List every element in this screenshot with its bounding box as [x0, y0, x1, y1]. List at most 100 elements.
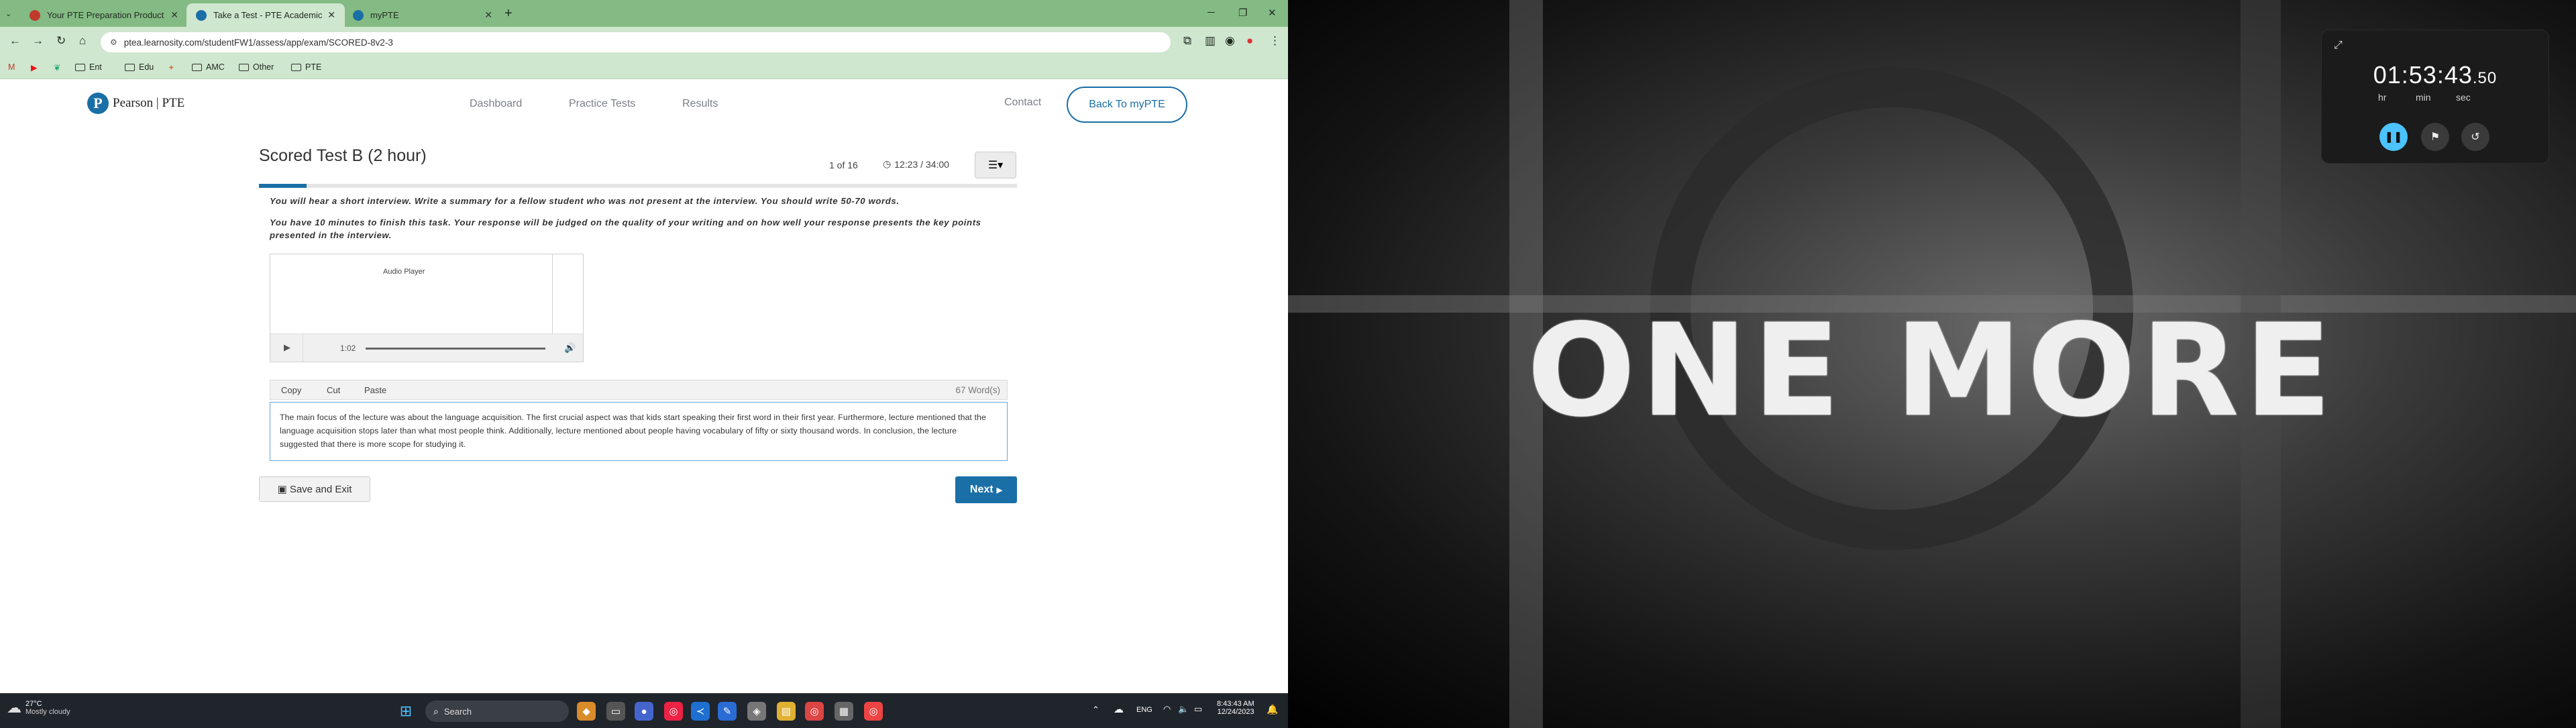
onedrive-icon[interactable]: ☁: [1114, 703, 1124, 715]
bookmark-label: Other: [253, 62, 274, 72]
bookmark-label: PTE: [305, 62, 322, 72]
file-explorer-icon[interactable]: ▤: [777, 702, 796, 721]
cut-button[interactable]: Cut: [327, 385, 340, 395]
tab-title: Take a Test - PTE Academic: [213, 10, 323, 20]
vscode-icon[interactable]: ≺: [691, 702, 710, 721]
tab-take-a-test[interactable]: Take a Test - PTE Academic ✕: [186, 3, 345, 27]
chevron-right-icon: ▶: [996, 486, 1003, 495]
bookmark-folder-other[interactable]: Other: [239, 62, 274, 72]
tab-pte-preparation[interactable]: Your PTE Preparation Product ✕: [20, 3, 188, 27]
weather-widget[interactable]: ☁ 27°C Mostly cloudy: [7, 699, 70, 717]
maximize-button[interactable]: ❐: [1238, 7, 1247, 19]
home-icon[interactable]: ⌂: [79, 34, 86, 48]
wifi-icon[interactable]: ◠: [1163, 704, 1171, 715]
task-view-icon[interactable]: ▭: [606, 702, 625, 721]
reset-button[interactable]: ↺: [2461, 123, 2489, 151]
lap-button[interactable]: ⚑: [2421, 123, 2449, 151]
app-icon[interactable]: ◆: [577, 702, 596, 721]
forward-arrow-icon[interactable]: →: [32, 34, 44, 48]
address-bar[interactable]: ⚙ ptea.learnosity.com/studentFW1/assess/…: [101, 32, 1171, 52]
play-icon[interactable]: ▶: [284, 342, 290, 353]
save-and-exit-button[interactable]: ▣ Save and Exit: [259, 476, 370, 502]
chevron-up-icon[interactable]: ⌃: [1092, 705, 1099, 715]
nav-practice-tests[interactable]: Practice Tests: [569, 98, 635, 110]
question-list-button[interactable]: ☰▾: [975, 152, 1016, 178]
battery-icon[interactable]: ▭: [1194, 704, 1202, 715]
next-button[interactable]: Next ▶: [955, 476, 1017, 503]
close-icon[interactable]: ✕: [484, 9, 492, 21]
speaker-icon[interactable]: 🔈: [1178, 704, 1189, 715]
bookmark-folder-edu[interactable]: Edu: [125, 62, 154, 72]
folder-icon: [125, 63, 135, 71]
record-icon[interactable]: ●: [1246, 34, 1253, 48]
back-to-mypte-button[interactable]: Back To myPTE: [1067, 87, 1187, 123]
site-info-icon[interactable]: ⚙: [110, 38, 117, 47]
bookmarks-bar: M ▶ ❦ Ent Edu ✦ AMC Other PTE: [0, 56, 1288, 79]
notification-bell-icon[interactable]: 🔔: [1267, 704, 1278, 715]
profile-icon[interactable]: ◉: [1225, 34, 1235, 48]
bookmark-folder-ent[interactable]: Ent: [75, 62, 102, 72]
clock-date: 12/24/2023: [1217, 708, 1254, 716]
app-icon[interactable]: ◈: [747, 702, 766, 721]
pearson-logo[interactable]: P Pearson | PTE: [87, 93, 184, 114]
chat-icon[interactable]: ●: [635, 702, 653, 721]
paste-button[interactable]: Paste: [364, 385, 386, 395]
chrome-icon[interactable]: ◎: [864, 702, 883, 721]
volume-icon[interactable]: 🔊: [564, 342, 576, 354]
divider: [552, 254, 553, 335]
folder-icon: [291, 63, 301, 71]
pause-icon: ❚❚: [2384, 132, 2403, 143]
extensions-icon[interactable]: ⧉: [1183, 34, 1191, 48]
start-button-icon[interactable]: ⊞: [396, 702, 415, 721]
chrome-icon[interactable]: ◎: [664, 702, 683, 721]
compact-overlay-icon[interactable]: ⤢: [2334, 40, 2343, 52]
audio-player-label: Audio Player: [383, 268, 425, 276]
app-icon[interactable]: ▦: [835, 702, 853, 721]
taskbar-search[interactable]: ⌕ Search: [425, 700, 569, 722]
search-label: Search: [443, 706, 472, 717]
close-icon[interactable]: ✕: [170, 9, 178, 21]
save-icon: ▣: [277, 484, 287, 495]
chrome-icon[interactable]: ◎: [805, 702, 824, 721]
menu-kebab-icon[interactable]: ⋮: [1269, 34, 1281, 48]
next-label: Next: [969, 484, 994, 495]
close-icon[interactable]: ✕: [327, 9, 335, 21]
nav-dashboard[interactable]: Dashboard: [470, 98, 522, 110]
tab-title: myPTE: [370, 10, 399, 20]
nav-contact[interactable]: Contact: [1004, 97, 1041, 109]
reset-icon: ↺: [2471, 132, 2480, 143]
bookmark-icon[interactable]: ❦: [54, 62, 60, 72]
folder-icon: [239, 63, 249, 71]
new-tab-button[interactable]: +: [504, 6, 513, 21]
youtube-bookmark-icon[interactable]: ▶: [31, 62, 38, 72]
tab-favicon-icon: [196, 9, 207, 21]
window-close-button[interactable]: ✕: [1268, 7, 1277, 19]
reload-icon[interactable]: ↻: [56, 34, 66, 48]
unit-min: min: [2416, 92, 2431, 103]
back-arrow-icon[interactable]: ←: [9, 34, 21, 48]
unit-hr: hr: [2378, 92, 2387, 103]
logo-text: Pearson | PTE: [113, 96, 185, 110]
tab-mypte[interactable]: myPTE ✕: [343, 3, 502, 27]
stopwatch-main: 01:53:43: [2373, 61, 2473, 89]
taskbar-clock[interactable]: 8:43:43 AM 12/24/2023: [1217, 700, 1254, 716]
page-title: Scored Test B (2 hour): [259, 146, 427, 165]
bookmark-icon[interactable]: ✦: [168, 62, 174, 72]
copy-button[interactable]: Copy: [281, 385, 301, 395]
answer-textarea[interactable]: The main focus of the lecture was about …: [270, 402, 1008, 461]
nav-results[interactable]: Results: [682, 98, 718, 110]
app-icon[interactable]: ✎: [718, 702, 737, 721]
minimize-button[interactable]: ─: [1208, 7, 1215, 18]
page-content: P Pearson | PTE Dashboard Practice Tests…: [0, 79, 1288, 693]
language-indicator[interactable]: ENG: [1136, 706, 1152, 714]
word-count: 67 Word(s): [955, 385, 1000, 395]
pause-button[interactable]: ❚❚: [2379, 123, 2408, 151]
tab-bar: ⌄ Your PTE Preparation Product ✕ Take a …: [0, 0, 1288, 27]
audio-seek-bar[interactable]: [366, 348, 545, 350]
sidepanel-icon[interactable]: ▥: [1205, 34, 1216, 48]
bookmark-folder-amc[interactable]: AMC: [192, 62, 225, 72]
question-counter: 1 of 16: [829, 160, 858, 170]
bookmark-folder-pte[interactable]: PTE: [291, 62, 321, 72]
gmail-bookmark-icon[interactable]: M: [8, 62, 15, 72]
tab-search-icon[interactable]: ⌄: [5, 9, 11, 18]
